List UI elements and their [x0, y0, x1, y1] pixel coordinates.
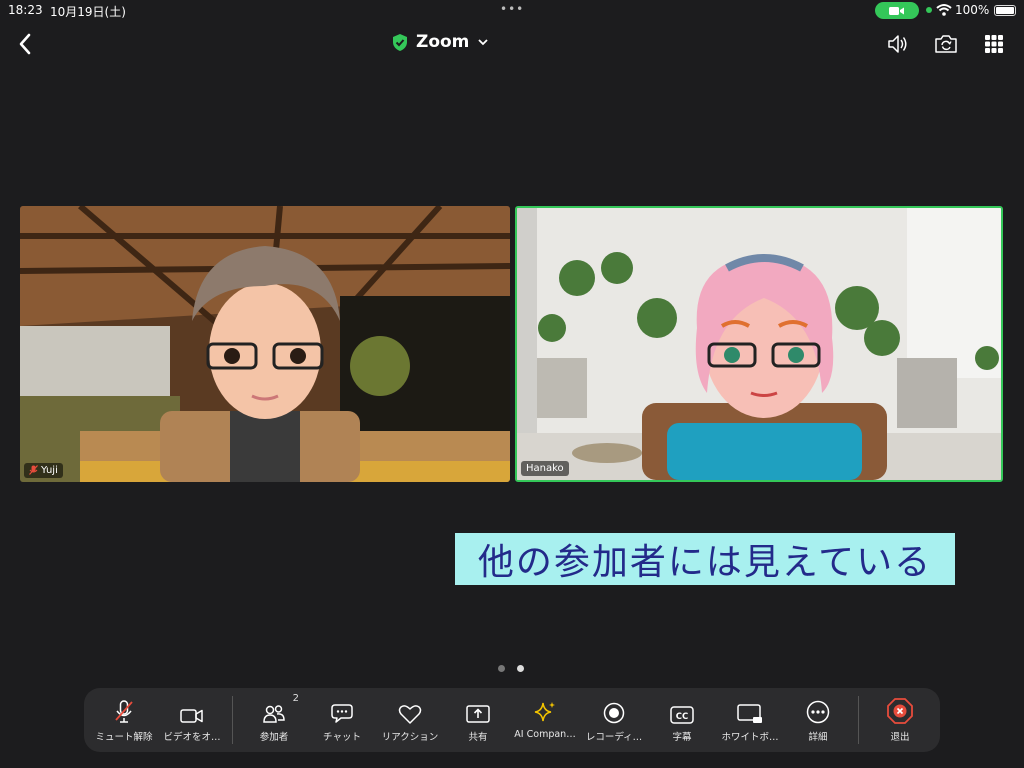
switch-camera-button[interactable]	[932, 30, 960, 58]
closed-caption-icon: CC	[670, 706, 694, 724]
svg-text:CC: CC	[676, 712, 688, 722]
grid-view-button[interactable]	[980, 30, 1008, 58]
participants-count-badge: 2	[292, 693, 299, 704]
share-button[interactable]: 共有	[448, 688, 508, 752]
whiteboard-button[interactable]: ホワイトボ…	[718, 688, 782, 752]
reactions-button[interactable]: リアクション	[378, 688, 442, 752]
battery-percent: 100%	[955, 3, 990, 17]
more-icon	[806, 700, 830, 724]
participants-icon	[263, 705, 285, 723]
speaker-button[interactable]	[884, 30, 912, 58]
toolbar-label: 共有	[468, 732, 488, 743]
participant-video-tile[interactable]: Yuji	[20, 206, 510, 482]
meeting-title-dropdown[interactable]: Zoom	[392, 32, 489, 52]
more-button[interactable]: 詳細	[788, 688, 848, 752]
video-camera-icon	[180, 709, 203, 723]
whiteboard-icon	[737, 704, 762, 723]
grid-view-icon	[985, 35, 1003, 53]
annotation-caption: 他の参加者には見えている	[455, 533, 955, 585]
mic-off-icon	[115, 700, 133, 723]
status-time: 18:23	[8, 3, 43, 17]
status-bar: 18:23 10月19日(土) ••• 100%	[0, 0, 1024, 22]
toolbar-label: レコーディ…	[585, 732, 643, 743]
participant-name-tag: Hanako	[521, 461, 569, 476]
toolbar-divider	[232, 696, 233, 744]
unmute-button[interactable]: ミュート解除	[92, 688, 156, 752]
participant-name-tag: Yuji	[24, 463, 63, 478]
mic-muted-icon	[29, 465, 38, 475]
status-date: 10月19日(土)	[50, 5, 126, 19]
chat-button[interactable]: チャット	[312, 688, 372, 752]
back-chevron-icon	[19, 33, 31, 55]
heart-icon	[398, 705, 422, 724]
page-dot-active[interactable]	[517, 665, 524, 672]
switch-camera-icon	[935, 35, 957, 53]
record-icon	[603, 702, 625, 724]
shield-check-icon	[393, 33, 407, 51]
participant-name: Hanako	[526, 463, 564, 474]
participant-name: Yuji	[41, 465, 58, 476]
toolbar-label: AI Compan…	[514, 729, 576, 740]
back-button[interactable]	[12, 30, 38, 58]
participant-video-feed	[20, 206, 510, 482]
toolbar-label: ミュート解除	[95, 732, 153, 743]
leave-button[interactable]: 退出	[870, 688, 930, 752]
toolbar-label: リアクション	[381, 732, 439, 743]
record-button[interactable]: レコーディ…	[582, 688, 646, 752]
toolbar-label: ビデオをオ…	[163, 732, 221, 743]
camera-indicator-dot	[926, 7, 932, 13]
battery-icon	[994, 5, 1016, 16]
active-speaker-video-tile[interactable]: Hanako	[515, 206, 1003, 482]
toolbar-label: 字幕	[672, 732, 692, 743]
speaker-icon	[888, 35, 907, 53]
chevron-down-icon	[478, 39, 489, 46]
toolbar-divider	[858, 696, 859, 744]
ai-companion-button[interactable]: AI Compan…	[512, 688, 578, 752]
wifi-icon	[936, 4, 952, 16]
toolbar-label: 退出	[890, 732, 910, 743]
share-screen-icon	[466, 705, 490, 723]
chat-icon	[331, 704, 353, 723]
video-button[interactable]: ビデオをオ…	[160, 688, 224, 752]
toolbar-label: ホワイトボ…	[721, 732, 779, 743]
multitasking-dots-icon[interactable]: •••	[500, 2, 524, 16]
page-dot[interactable]	[498, 665, 505, 672]
page-indicator[interactable]	[498, 665, 524, 672]
toolbar-label: チャット	[323, 732, 361, 743]
camera-in-use-icon	[875, 2, 919, 19]
toolbar-label: 参加者	[259, 732, 289, 743]
participant-video-feed	[517, 208, 1001, 480]
meeting-controls-toolbar: ミュート解除 ビデオをオ… 2 参加者 チャット リアクション 共有 AI Co…	[84, 688, 940, 752]
sparkle-icon	[534, 702, 555, 722]
meeting-top-bar: Zoom	[0, 28, 1024, 62]
toolbar-label: 詳細	[808, 732, 828, 743]
leave-icon	[887, 698, 913, 724]
participants-button[interactable]: 2 参加者	[244, 688, 304, 752]
captions-button[interactable]: CC 字幕	[652, 688, 712, 752]
meeting-title: Zoom	[416, 32, 470, 52]
